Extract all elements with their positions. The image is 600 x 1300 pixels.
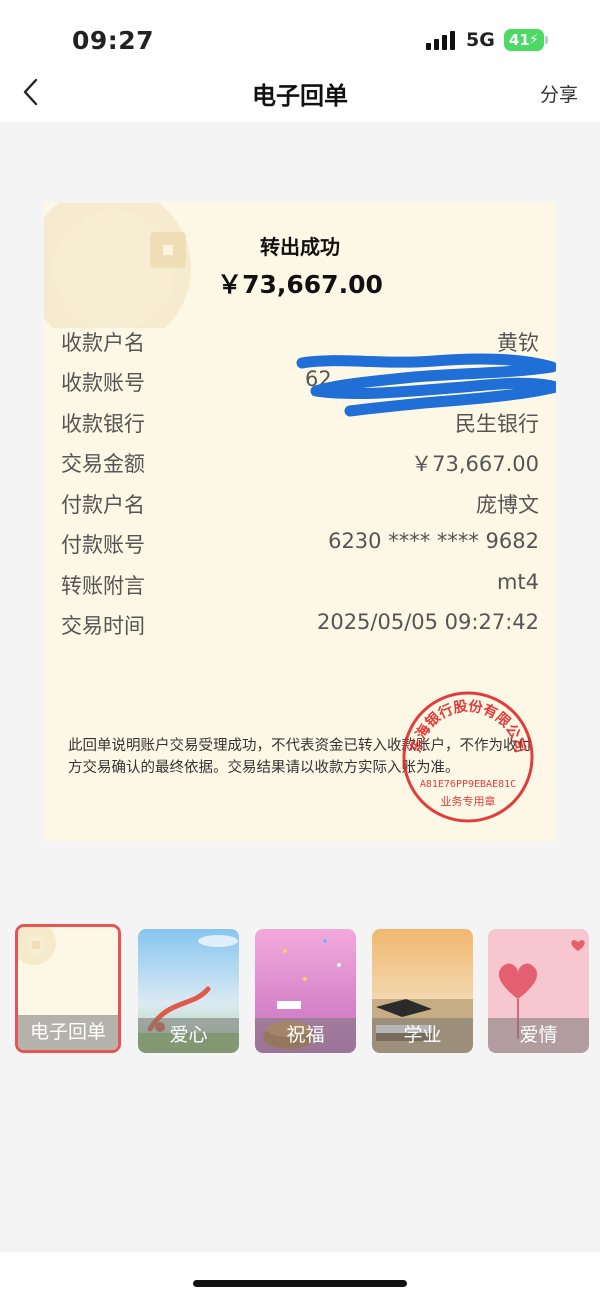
top-bar: 09:27 5G 41 ⚡ 电子回单 分享 — [0, 0, 600, 122]
row-label: 收款银行 — [61, 412, 145, 436]
row-label: 收款户名 — [61, 331, 145, 355]
template-selector: 电子回单 爱心 祝福 学业 爱情 — [0, 922, 600, 1062]
row-label: 交易金额 — [61, 452, 145, 476]
home-bar-area — [0, 1252, 600, 1300]
share-button[interactable]: 分享 — [540, 80, 578, 107]
row-value: ￥73,667.00 — [411, 452, 539, 476]
row-value: 6230 **** **** 9682 — [328, 529, 539, 553]
template-label: 爱情 — [488, 1018, 589, 1053]
row-value: 2025/05/05 09:27:42 — [316, 610, 539, 634]
row-payer-name: 付款户名 庞博文 — [61, 489, 539, 521]
row-value: 庞博文 — [476, 493, 539, 517]
template-thumb-love[interactable]: 爱心 — [138, 929, 239, 1053]
page-title: 电子回单 — [252, 82, 348, 110]
svg-text:A81E76PP9EBAE81C: A81E76PP9EBAE81C — [420, 779, 516, 790]
row-memo: 转账附言 mt4 — [61, 570, 539, 602]
signal-icon — [426, 30, 458, 50]
row-value: mt4 — [496, 570, 539, 594]
battery-level: 41 — [509, 31, 530, 49]
template-label: 祝福 — [255, 1018, 356, 1053]
svg-text:东海银行股份有限公司: 东海银行股份有限公司 — [407, 698, 528, 755]
svg-text:业务专用章: 业务专用章 — [441, 794, 496, 808]
row-time: 交易时间 2025/05/05 09:27:42 — [61, 610, 539, 642]
redaction-scribble — [296, 353, 556, 417]
template-thumb-study[interactable]: 学业 — [372, 929, 473, 1053]
template-thumb-romance[interactable]: 爱情 — [488, 929, 589, 1053]
receipt-amount: ￥73,667.00 — [217, 270, 383, 299]
row-payer-account: 付款账号 6230 **** **** 9682 — [61, 529, 539, 561]
row-label: 收款账号 — [61, 371, 145, 395]
battery-icon: 41 ⚡ — [504, 29, 548, 51]
receipt-title: 转出成功 — [260, 235, 340, 259]
template-thumb-receipt[interactable]: 电子回单 — [15, 924, 121, 1053]
row-label: 付款账号 — [61, 533, 145, 557]
receipt-card: 转出成功 ￥73,667.00 收款户名 黄钦 收款账号 62 收款银行 民生银… — [44, 203, 556, 841]
row-label: 交易时间 — [61, 614, 145, 638]
status-time: 09:27 — [72, 26, 155, 55]
bank-seal-stamp: 东海银行股份有限公司 A81E76PP9EBAE81C 业务专用章 — [402, 691, 534, 823]
template-label: 学业 — [372, 1018, 473, 1053]
row-label: 付款户名 — [61, 493, 145, 517]
home-indicator[interactable] — [193, 1280, 407, 1287]
template-label: 爱心 — [138, 1018, 239, 1053]
row-label: 转账附言 — [61, 574, 145, 598]
network-label: 5G — [466, 29, 495, 51]
template-thumb-blessing[interactable]: 祝福 — [255, 929, 356, 1053]
row-amount: 交易金额 ￥73,667.00 — [61, 448, 539, 480]
template-label: 电子回单 — [18, 1015, 118, 1050]
